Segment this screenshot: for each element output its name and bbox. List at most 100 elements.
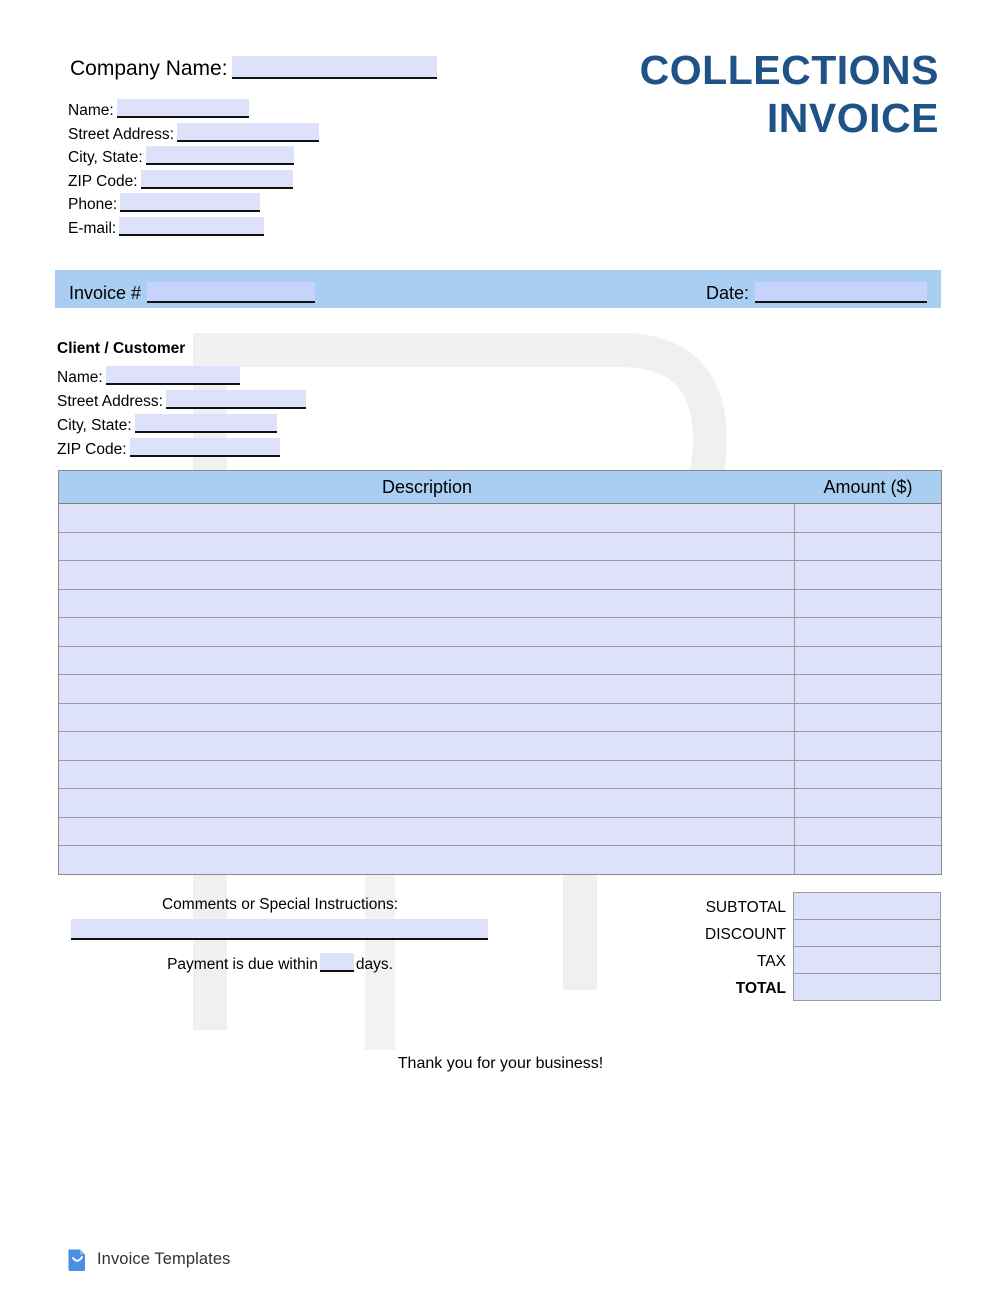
client-field-name-label: Name: bbox=[57, 369, 103, 386]
company-field-zip-input[interactable] bbox=[140, 169, 293, 189]
cell-amount[interactable] bbox=[795, 590, 941, 618]
cell-description[interactable] bbox=[59, 817, 795, 845]
table-row[interactable] bbox=[59, 561, 941, 590]
table-row[interactable] bbox=[59, 817, 941, 846]
company-field-zip-label: ZIP Code: bbox=[68, 172, 138, 190]
table-row[interactable] bbox=[59, 618, 941, 647]
cell-description[interactable] bbox=[59, 504, 795, 532]
page-title-line2: INVOICE bbox=[766, 95, 939, 141]
invoice-date-input[interactable] bbox=[755, 282, 927, 303]
comments-input[interactable] bbox=[71, 919, 488, 940]
table-row[interactable] bbox=[59, 732, 941, 761]
client-field-city-state: City, State: bbox=[57, 411, 306, 435]
cell-amount[interactable] bbox=[795, 647, 941, 675]
cell-amount[interactable] bbox=[795, 618, 941, 646]
company-field-name-input[interactable] bbox=[116, 99, 249, 118]
company-address-block: Name: Street Address: City, State: ZIP C… bbox=[68, 96, 319, 237]
line-items-table: Description Amount ($) bbox=[58, 470, 942, 875]
invoice-number-input[interactable] bbox=[147, 282, 316, 303]
table-row[interactable] bbox=[59, 703, 941, 732]
table-row[interactable] bbox=[59, 846, 941, 874]
totals-label-tax: TAX bbox=[757, 953, 786, 970]
totals-input-total[interactable] bbox=[794, 974, 940, 1000]
client-address-block: Name: Street Address: City, State: ZIP C… bbox=[57, 363, 306, 459]
column-header-amount: Amount ($) bbox=[823, 477, 913, 497]
column-header-description: Description bbox=[381, 477, 473, 497]
cell-description[interactable] bbox=[59, 760, 795, 788]
cell-description[interactable] bbox=[59, 646, 795, 674]
totals-input-discount[interactable] bbox=[794, 920, 940, 947]
comments-label: Comments or Special Instructions: bbox=[161, 896, 399, 913]
table-row[interactable] bbox=[59, 675, 941, 704]
company-field-phone-label: Phone: bbox=[68, 196, 118, 213]
company-field-city-state: City, State: bbox=[68, 143, 319, 167]
table-row[interactable] bbox=[59, 589, 941, 618]
cell-amount[interactable] bbox=[795, 675, 941, 703]
totals-label-total: TOTAL bbox=[735, 980, 786, 997]
cell-amount[interactable] bbox=[795, 704, 941, 732]
invoice-date-group: Date: bbox=[706, 278, 927, 304]
client-field-city-state-label: City, State: bbox=[57, 417, 132, 434]
company-field-city-state-label: City, State: bbox=[68, 149, 143, 166]
cell-description[interactable] bbox=[59, 532, 795, 560]
table-row[interactable] bbox=[59, 504, 941, 533]
cell-amount[interactable] bbox=[795, 761, 941, 789]
cell-amount[interactable] bbox=[795, 732, 941, 760]
cell-amount[interactable] bbox=[795, 561, 941, 589]
totals-input-subtotal[interactable] bbox=[794, 893, 940, 920]
cell-description[interactable] bbox=[59, 732, 795, 760]
invoice-page: Company Name: Name: Street Address: City… bbox=[0, 0, 1001, 1301]
cell-amount[interactable] bbox=[795, 846, 941, 874]
table-row[interactable] bbox=[59, 760, 941, 789]
table-row[interactable] bbox=[59, 532, 941, 561]
client-field-street-label: Street Address: bbox=[57, 393, 163, 410]
cell-amount[interactable] bbox=[795, 789, 941, 817]
cell-amount[interactable] bbox=[795, 504, 941, 532]
client-field-zip-label: ZIP Code: bbox=[57, 441, 127, 458]
company-field-email-input[interactable] bbox=[119, 216, 265, 236]
line-items-body bbox=[59, 504, 941, 874]
line-items-header-row: Description Amount ($) bbox=[59, 471, 941, 504]
totals-label-subtotal: SUBTOTAL bbox=[705, 899, 786, 916]
page-title: COLLECTIONS INVOICE bbox=[519, 46, 939, 142]
company-field-phone-input[interactable] bbox=[120, 193, 261, 212]
company-field-street-label: Street Address: bbox=[68, 125, 174, 143]
table-row[interactable] bbox=[59, 646, 941, 675]
client-field-street-input[interactable] bbox=[165, 390, 306, 409]
cell-description[interactable] bbox=[59, 561, 795, 589]
invoice-date-label: Date: bbox=[705, 283, 749, 303]
company-field-email-label: E-mail: bbox=[68, 219, 117, 237]
company-field-street-input[interactable] bbox=[176, 122, 319, 142]
client-field-city-state-input[interactable] bbox=[134, 414, 277, 433]
payment-days-input[interactable] bbox=[319, 953, 354, 972]
cell-description[interactable] bbox=[59, 618, 795, 646]
table-row[interactable] bbox=[59, 789, 941, 818]
payment-terms-line: Payment is due within days. bbox=[70, 950, 490, 974]
cell-description[interactable] bbox=[59, 675, 795, 703]
company-name-label: Company Name: bbox=[70, 57, 228, 80]
totals-label-discount: DISCOUNT bbox=[705, 926, 786, 943]
thank-you-message: Thank you for your business! bbox=[397, 1055, 604, 1072]
cell-description[interactable] bbox=[59, 589, 795, 617]
brand-name: Invoice Templates bbox=[97, 1250, 231, 1268]
invoice-meta-bar: Invoice # Date: bbox=[55, 270, 941, 308]
brand-footer[interactable]: Invoice Templates bbox=[67, 1248, 230, 1271]
company-field-phone: Phone: bbox=[68, 190, 319, 214]
cell-description[interactable] bbox=[59, 703, 795, 731]
cell-description[interactable] bbox=[59, 789, 795, 817]
invoice-number-group: Invoice # bbox=[69, 278, 316, 304]
totals-input-tax[interactable] bbox=[794, 947, 940, 974]
totals-value-boxes bbox=[793, 892, 941, 1001]
client-field-street: Street Address: bbox=[57, 387, 306, 411]
client-field-zip: ZIP Code: bbox=[57, 435, 306, 459]
company-field-city-state-input[interactable] bbox=[145, 146, 294, 165]
client-field-zip-input[interactable] bbox=[129, 438, 280, 457]
company-name-input[interactable] bbox=[231, 56, 437, 79]
cell-amount[interactable] bbox=[795, 818, 941, 846]
company-field-name-label: Name: bbox=[68, 102, 114, 119]
company-field-street: Street Address: bbox=[68, 120, 319, 144]
cell-amount[interactable] bbox=[795, 533, 941, 561]
client-field-name-input[interactable] bbox=[105, 366, 240, 385]
company-name-row: Company Name: bbox=[70, 52, 437, 81]
cell-description[interactable] bbox=[59, 846, 795, 874]
